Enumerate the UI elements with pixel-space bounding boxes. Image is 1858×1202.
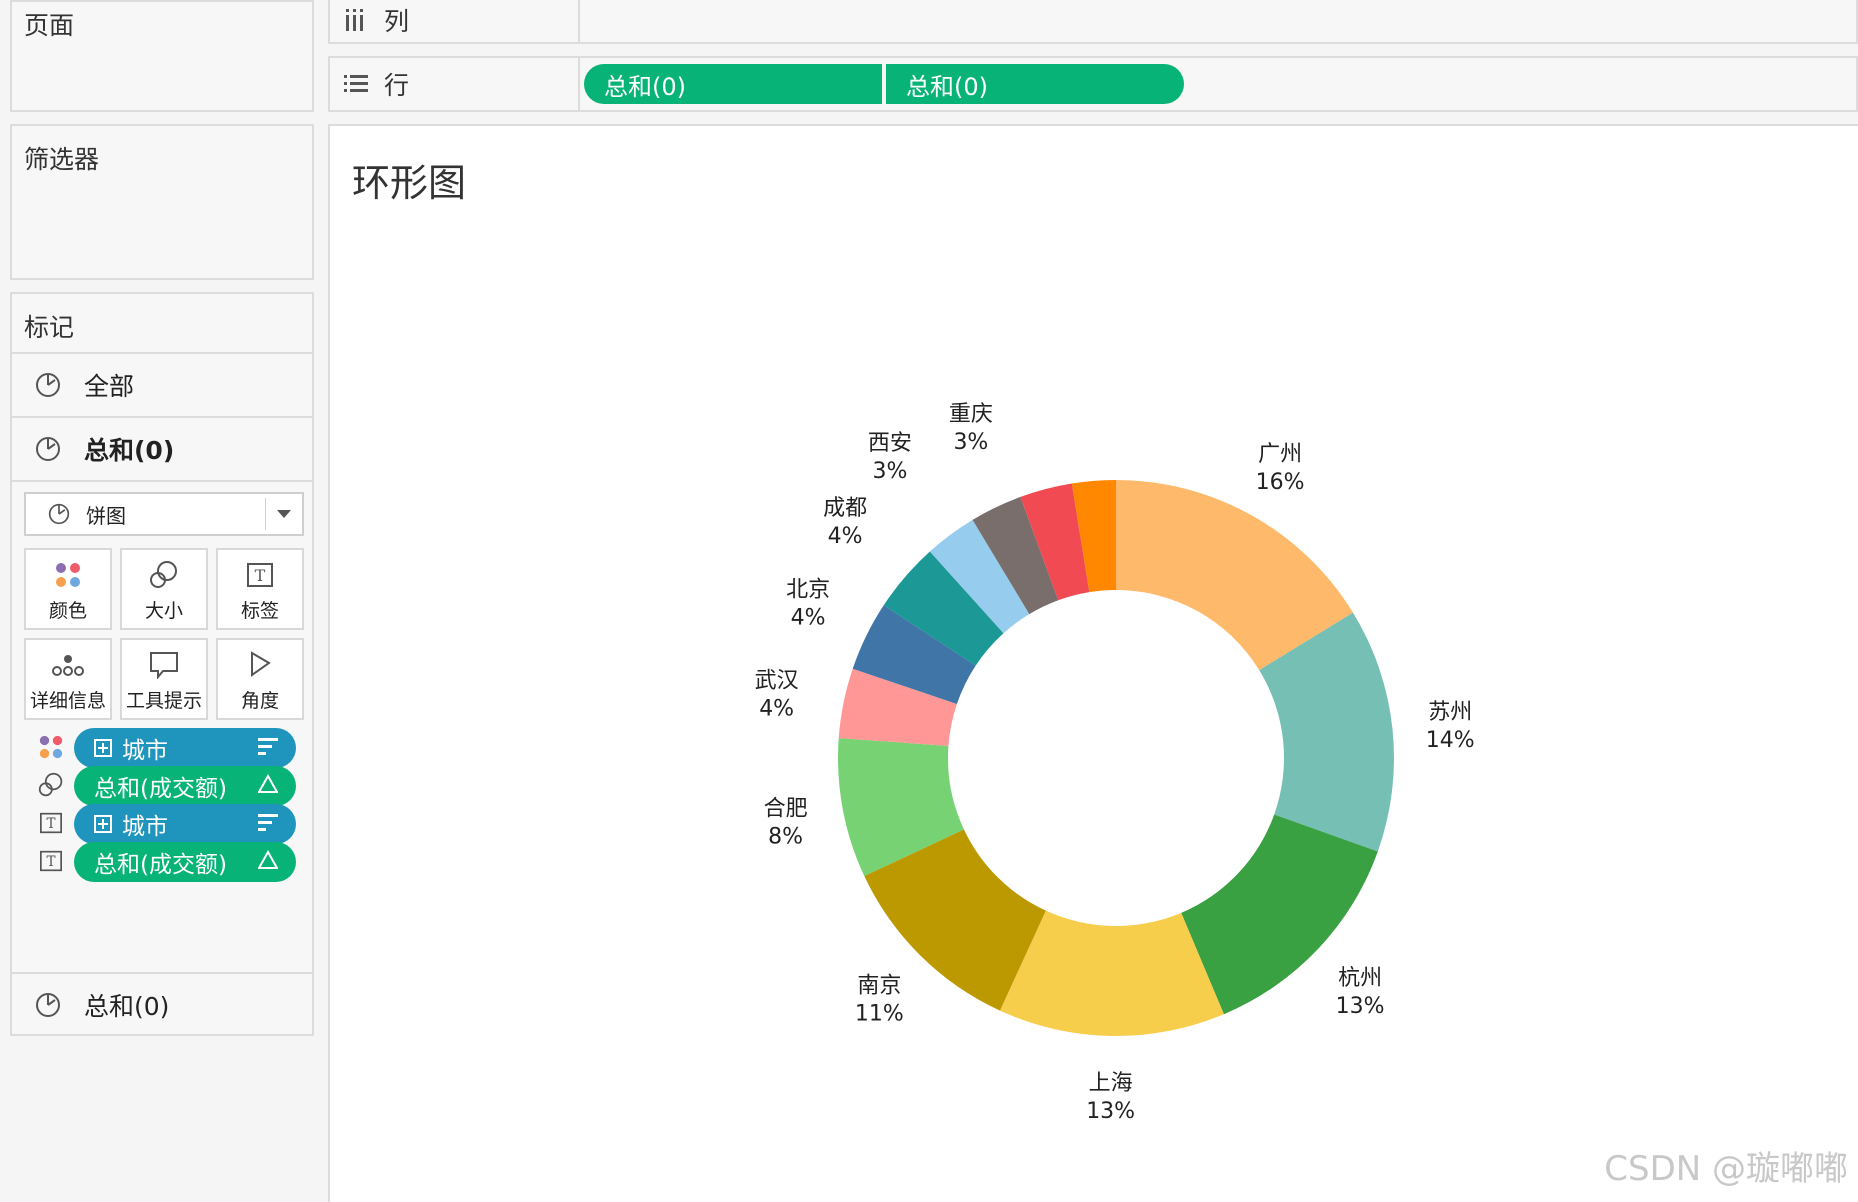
expand-icon — [94, 815, 112, 833]
pill-text: 城市 — [122, 814, 168, 840]
label-amount-pill[interactable]: 总和(成交额) — [74, 842, 296, 882]
detail-dots-icon — [52, 648, 84, 682]
color-card[interactable]: 颜色 — [24, 548, 112, 630]
expand-icon — [94, 739, 112, 757]
marks-panel: 标记 全部 总和(0) 饼图 颜色 大小 T 标签 详细信息 工具提示 角度 城… — [10, 292, 314, 1036]
marks-all-label: 全部 — [84, 372, 135, 401]
detail-card-label: 详细信息 — [29, 690, 106, 712]
filters-panel[interactable]: 筛选器 — [10, 124, 314, 280]
pill-text: 总和(成交额) — [94, 852, 227, 878]
rows-pill-2[interactable]: 总和(0) — [886, 64, 1184, 104]
columns-icon — [344, 9, 372, 31]
text-label-icon: T — [246, 558, 274, 592]
rows-shelf[interactable]: 行 总和(0) 总和(0) — [328, 56, 1858, 112]
color-dots-icon — [54, 558, 82, 592]
marks-all-row[interactable]: 全部 — [12, 354, 312, 416]
slice-label: 重庆 — [949, 402, 993, 427]
slice-percent: 4% — [759, 696, 794, 721]
columns-label: 列 — [384, 7, 410, 36]
marks-title: 标记 — [24, 313, 75, 342]
pill-text: 总和(0) — [906, 72, 988, 101]
view-canvas: 环形图 广州 16% 苏州 14% 杭州 13% 上海 13% 南京 11% 合肥 8% 武汉 4% 北京 4… — [328, 124, 1858, 1202]
slice-label: 南京 — [857, 974, 901, 999]
marks-divider — [12, 480, 312, 482]
slice-percent: 14% — [1426, 728, 1475, 753]
slice-label: 北京 — [786, 577, 830, 602]
chevron-down-icon[interactable] — [272, 504, 296, 524]
slice-percent: 16% — [1256, 470, 1305, 495]
size-card-label: 大小 — [144, 600, 183, 622]
rows-label: 行 — [384, 71, 410, 100]
sort-icon — [258, 812, 278, 838]
slice-label: 杭州 — [1338, 966, 1382, 991]
delta-icon — [257, 773, 279, 800]
slice-percent: 3% — [872, 459, 907, 484]
marks-sum-row[interactable]: 总和(0) — [12, 418, 312, 480]
pages-title: 页面 — [24, 11, 75, 40]
dropdown-separator — [265, 498, 266, 530]
slice-label: 上海 — [1089, 1071, 1133, 1096]
angle-icon — [247, 648, 273, 682]
color-card-label: 颜色 — [48, 600, 87, 622]
tooltip-icon — [149, 648, 179, 682]
slice-percent: 11% — [855, 1002, 904, 1027]
columns-shelf-label: 列 — [330, 0, 580, 42]
slice-percent: 13% — [1086, 1099, 1135, 1124]
rows-icon — [344, 74, 372, 94]
slice-percent: 8% — [768, 824, 803, 849]
svg-text:T: T — [255, 566, 266, 585]
size-icon — [36, 770, 66, 800]
pill-text: 总和(成交额) — [94, 776, 227, 802]
mark-type-label: 饼图 — [86, 503, 126, 528]
label-city-pill[interactable]: 城市 — [74, 804, 296, 844]
tooltip-card-label: 工具提示 — [125, 690, 202, 712]
pie-icon — [34, 435, 62, 463]
marks-sum2-label: 总和(0) — [84, 992, 170, 1021]
slice-percent: 3% — [953, 430, 988, 455]
label-card-label: 标签 — [240, 600, 279, 622]
pie-icon — [48, 502, 72, 526]
marks-sum-label: 总和(0) — [84, 436, 175, 465]
size-icon — [149, 558, 179, 592]
pie-icon — [34, 991, 62, 1019]
slice-percent: 13% — [1336, 994, 1385, 1019]
rows-pill-1[interactable]: 总和(0) — [584, 64, 882, 104]
rows-shelf-label: 行 — [330, 58, 580, 110]
delta-icon — [257, 849, 279, 876]
detail-card[interactable]: 详细信息 — [24, 638, 112, 720]
slice-label: 合肥 — [764, 796, 808, 821]
angle-card-label: 角度 — [240, 690, 279, 712]
text-label-icon: T — [36, 846, 66, 876]
slice-percent: 4% — [828, 524, 863, 549]
text-label-icon: T — [36, 808, 66, 838]
angle-card[interactable]: 角度 — [216, 638, 304, 720]
svg-text:T: T — [46, 854, 55, 870]
pie-icon — [34, 371, 62, 399]
watermark: CSDN @璇嘟嘟 — [1604, 1149, 1848, 1189]
size-card[interactable]: 大小 — [120, 548, 208, 630]
color-dots-icon — [36, 732, 66, 762]
mark-type-dropdown[interactable]: 饼图 — [24, 492, 304, 536]
label-card[interactable]: T 标签 — [216, 548, 304, 630]
tooltip-card[interactable]: 工具提示 — [120, 638, 208, 720]
columns-shelf[interactable]: 列 — [328, 0, 1858, 44]
pages-panel: 页面 — [10, 0, 314, 112]
slice-label: 武汉 — [755, 668, 799, 693]
filters-title: 筛选器 — [24, 145, 100, 174]
size-amount-pill[interactable]: 总和(成交额) — [74, 766, 296, 806]
slice-percent: 4% — [791, 605, 826, 630]
svg-text:T: T — [46, 816, 55, 832]
color-city-pill[interactable]: 城市 — [74, 728, 296, 768]
pill-text: 城市 — [122, 738, 168, 764]
slice-label: 广州 — [1258, 442, 1302, 467]
marks-sum2-row[interactable]: 总和(0) — [12, 974, 312, 1036]
slice-label: 苏州 — [1428, 700, 1472, 725]
slice-label: 西安 — [868, 431, 912, 456]
sort-icon — [258, 736, 278, 762]
pill-text: 总和(0) — [604, 72, 686, 101]
donut-chart: 广州 16% 苏州 14% 杭州 13% 上海 13% 南京 11% 合肥 8% 武汉 4% 北京 4% 成都 4… — [755, 402, 1475, 1124]
slice-label: 成都 — [823, 496, 867, 521]
